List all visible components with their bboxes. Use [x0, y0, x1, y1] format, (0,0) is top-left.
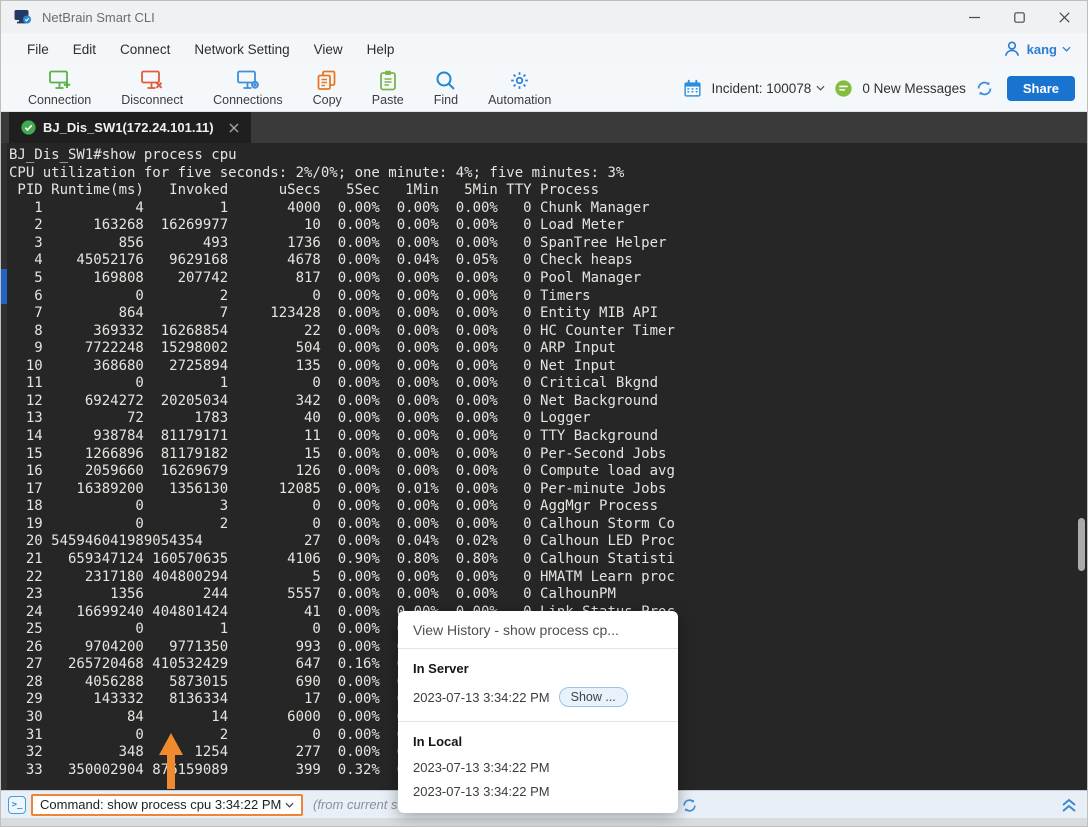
terminal-line: 4 45052176 9629168 4678 0.00% 0.04% 0.05… — [9, 252, 675, 270]
netbrain-smart-cli-window: NetBrain Smart CLI File Edit Connect Net… — [0, 0, 1088, 827]
terminal-line: 21 659347124 160570635 4106 0.90% 0.80% … — [9, 551, 675, 569]
terminal-line: 8 369332 16268854 22 0.00% 0.00% 0.00% 0… — [9, 323, 675, 341]
terminal-line: 14 938784 81179171 11 0.00% 0.00% 0.00% … — [9, 428, 675, 446]
connection-icon — [48, 70, 72, 91]
refresh-icon[interactable] — [975, 79, 994, 98]
terminal-line: 1 4 1 4000 0.00% 0.00% 0.00% 0 Chunk Man… — [9, 200, 675, 218]
terminal-line: 3 856 493 1736 0.00% 0.00% 0.00% 0 SpanT… — [9, 235, 675, 253]
menu-item-edit[interactable]: Edit — [61, 38, 108, 61]
terminal-line: 19 0 2 0 0.00% 0.00% 0.00% 0 Calhoun Sto… — [9, 516, 675, 534]
terminal-line: 13 72 1783 40 0.00% 0.00% 0.00% 0 Logger — [9, 410, 675, 428]
terminal-line: 5 169808 207742 817 0.00% 0.00% 0.00% 0 … — [9, 270, 675, 288]
terminal-line: 12 6924272 20205034 342 0.00% 0.00% 0.00… — [9, 393, 675, 411]
in-server-heading: In Server — [413, 661, 663, 676]
terminal-scrollbar[interactable] — [1078, 518, 1085, 571]
in-local-section: In Local 2023-07-13 3:34:22 PM 2023-07-1… — [398, 721, 678, 813]
user-name: kang — [1027, 42, 1057, 57]
tab-status-connected-icon — [21, 120, 36, 135]
user-menu[interactable]: kang — [1002, 39, 1071, 59]
calendar-icon — [683, 79, 702, 98]
terminal-line: CPU utilization for five seconds: 2%/0%;… — [9, 165, 675, 183]
terminal-line: 17 16389200 1356130 12085 0.00% 0.01% 0.… — [9, 481, 675, 499]
tab-label: BJ_Dis_SW1(172.24.101.11) — [43, 120, 214, 135]
terminal-line: 6 0 2 0 0.00% 0.00% 0.00% 0 Timers — [9, 288, 675, 306]
automation-icon — [509, 70, 530, 91]
local-time: 2023-07-13 3:34:22 PM — [413, 760, 550, 775]
menu-item-help[interactable]: Help — [355, 38, 407, 61]
terminal-gutter — [1, 143, 7, 790]
in-server-section: In Server 2023-07-13 3:34:22 PM Show ... — [398, 648, 678, 721]
toolbar: Connection Disconnect Connections Copy P… — [1, 65, 1087, 112]
chevron-down-icon — [816, 85, 825, 91]
tab-bar: BJ_Dis_SW1(172.24.101.11) — [1, 112, 1087, 143]
menu-bar: File Edit Connect Network Setting View H… — [1, 33, 1087, 65]
window-title: NetBrain Smart CLI — [42, 10, 155, 25]
terminal-line: 2 163268 16269977 10 0.00% 0.00% 0.00% 0… — [9, 217, 675, 235]
paste-icon — [378, 70, 398, 91]
popup-title: View History - show process cp... — [398, 611, 678, 648]
connections-button[interactable]: Connections — [198, 69, 298, 108]
title-bar: NetBrain Smart CLI — [1, 1, 1087, 33]
terminal-line: 11 0 1 0 0.00% 0.00% 0.00% 0 Critical Bk… — [9, 375, 675, 393]
menu-item-connect[interactable]: Connect — [108, 38, 182, 61]
session-note: (from current s — [313, 797, 398, 812]
close-button[interactable] — [1042, 1, 1087, 33]
local-time: 2023-07-13 3:34:22 PM — [413, 784, 550, 799]
collapse-chevrons-icon[interactable] — [1061, 798, 1077, 812]
command-label: Command: show process cpu 3:34:22 PM — [40, 797, 281, 812]
terminal-line: 20 545946041989054354 27 0.00% 0.04% 0.0… — [9, 533, 675, 551]
terminal-line: 22 2317180 404800294 5 0.00% 0.00% 0.00%… — [9, 569, 675, 587]
menu-item-file[interactable]: File — [15, 38, 61, 61]
window-controls — [952, 1, 1087, 33]
find-button[interactable]: Find — [419, 69, 473, 108]
terminal-line: PID Runtime(ms) Invoked uSecs 5Sec 1Min … — [9, 182, 675, 200]
messages-indicator[interactable]: 0 New Messages — [862, 81, 966, 96]
terminal-line: 16 2059660 16269679 126 0.00% 0.00% 0.00… — [9, 463, 675, 481]
message-icon — [834, 79, 853, 98]
status-refresh-icon[interactable] — [681, 797, 698, 814]
share-button[interactable]: Share — [1007, 76, 1075, 101]
show-button[interactable]: Show ... — [559, 687, 628, 707]
terminal-line: 9 7722248 15298002 504 0.00% 0.00% 0.00%… — [9, 340, 675, 358]
copy-button[interactable]: Copy — [298, 69, 357, 108]
paste-button[interactable]: Paste — [357, 69, 419, 108]
disconnect-icon — [140, 70, 164, 91]
disconnect-button[interactable]: Disconnect — [106, 69, 198, 108]
terminal-line: 23 1356 244 5557 0.00% 0.00% 0.00% 0 Cal… — [9, 586, 675, 604]
terminal-line: 18 0 3 0 0.00% 0.00% 0.00% 0 AggMgr Proc… — [9, 498, 675, 516]
menu-item-view[interactable]: View — [302, 38, 355, 61]
terminal-line: 10 368680 2725894 135 0.00% 0.00% 0.00% … — [9, 358, 675, 376]
server-time: 2023-07-13 3:34:22 PM — [413, 690, 550, 705]
copy-icon — [316, 70, 338, 91]
in-local-heading: In Local — [413, 734, 663, 749]
chevron-down-icon — [1062, 46, 1071, 52]
incident-selector[interactable]: Incident: 100078 — [711, 81, 825, 96]
menu-item-network-setting[interactable]: Network Setting — [182, 38, 301, 61]
window-footer-strip — [1, 818, 1087, 827]
maximize-button[interactable] — [997, 1, 1042, 33]
automation-button[interactable]: Automation — [473, 69, 566, 108]
terminal-line: BJ_Dis_SW1#show process cpu — [9, 147, 675, 165]
find-icon — [435, 70, 456, 91]
terminal-line: 15 1266896 81179182 15 0.00% 0.00% 0.00%… — [9, 446, 675, 464]
connections-icon — [236, 70, 260, 91]
minimize-button[interactable] — [952, 1, 997, 33]
tab-close-icon[interactable] — [229, 123, 239, 133]
command-chevron-icon — [285, 802, 294, 808]
terminal-tab[interactable]: BJ_Dis_SW1(172.24.101.11) — [9, 112, 251, 143]
history-popup: View History - show process cp... In Ser… — [398, 611, 678, 813]
gutter-scroll-mark — [1, 269, 7, 304]
command-dropdown[interactable]: Command: show process cpu 3:34:22 PM — [31, 794, 303, 816]
connection-button[interactable]: Connection — [13, 69, 106, 108]
terminal-badge-icon: >_ — [8, 796, 26, 814]
user-icon — [1002, 39, 1022, 59]
terminal-line: 7 864 7 123428 0.00% 0.00% 0.00% 0 Entit… — [9, 305, 675, 323]
toolbar-right: Incident: 100078 0 New Messages Share — [683, 76, 1075, 101]
app-logo-icon — [13, 7, 33, 27]
pointer-arrow-icon — [158, 733, 184, 789]
